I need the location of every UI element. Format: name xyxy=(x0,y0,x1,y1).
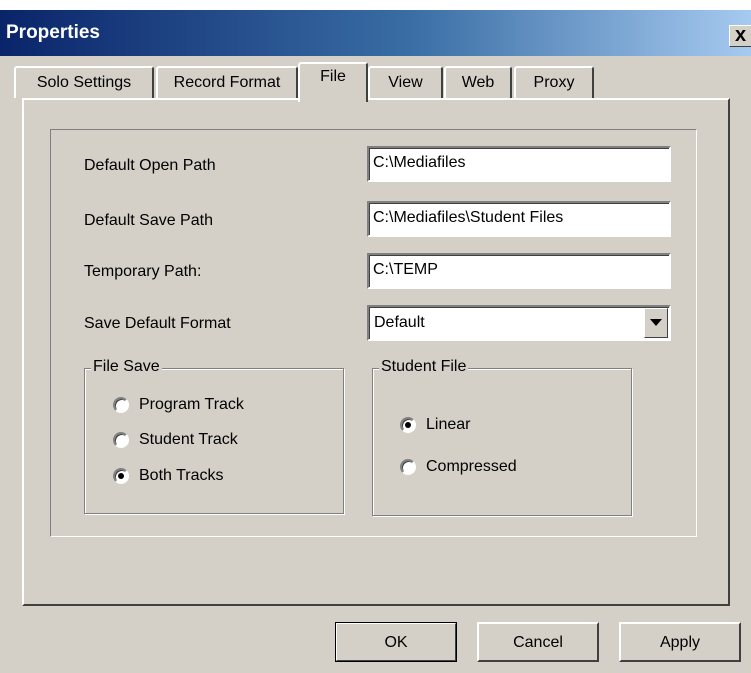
radio-label: Both Tracks xyxy=(139,467,224,484)
default-save-path-label: Default Save Path xyxy=(84,212,213,229)
radio-icon xyxy=(400,459,416,475)
default-open-path-input[interactable]: C:\Mediafiles xyxy=(367,146,671,182)
radio-icon xyxy=(113,432,129,448)
tab-proxy[interactable]: Proxy xyxy=(514,66,594,98)
tab-label: Web xyxy=(461,74,495,91)
radio-label: Linear xyxy=(426,416,471,433)
tab-label: View xyxy=(388,74,423,91)
radio-selected-dot xyxy=(118,473,124,479)
apply-button[interactable]: Apply xyxy=(619,622,741,662)
radio-icon xyxy=(113,468,129,484)
radio-selected-dot xyxy=(405,422,411,428)
radio-icon xyxy=(400,417,416,433)
tab-view[interactable]: View xyxy=(368,66,443,98)
student-file-group: Student File xyxy=(372,358,632,516)
ok-button[interactable]: OK xyxy=(335,622,457,662)
default-open-path-label: Default Open Path xyxy=(84,157,216,174)
temporary-path-label: Temporary Path: xyxy=(84,263,202,280)
select-value: Default xyxy=(374,314,425,331)
window-title: Properties xyxy=(6,22,100,43)
chevron-down-icon xyxy=(650,319,662,326)
tab-label: Record Format xyxy=(173,74,281,91)
tab-label: Solo Settings xyxy=(36,74,132,91)
title-bar[interactable]: Properties x xyxy=(0,10,751,56)
tab-label: File xyxy=(320,68,346,85)
radio-label: Compressed xyxy=(426,458,517,475)
default-save-path-input[interactable]: C:\Mediafiles\Student Files xyxy=(367,201,671,237)
top-strip xyxy=(0,0,751,10)
radio-label: Student Track xyxy=(139,431,238,448)
properties-dialog: Properties x Solo Settings Record Format… xyxy=(0,0,751,673)
group-title: File Save xyxy=(91,358,162,376)
save-default-format-select[interactable]: Default xyxy=(367,305,671,341)
tab-file[interactable]: File xyxy=(298,62,368,102)
group-title: Student File xyxy=(379,358,469,376)
radio-icon xyxy=(113,397,129,413)
tab-solo-settings[interactable]: Solo Settings xyxy=(14,66,154,98)
close-icon: x xyxy=(735,24,747,46)
tab-label: Proxy xyxy=(533,74,575,91)
dropdown-button[interactable] xyxy=(644,308,668,338)
save-default-format-label: Save Default Format xyxy=(84,315,231,332)
temporary-path-input[interactable]: C:\TEMP xyxy=(367,253,671,289)
radio-label: Program Track xyxy=(139,396,244,413)
tab-record-format[interactable]: Record Format xyxy=(156,66,298,98)
tab-web[interactable]: Web xyxy=(444,66,512,98)
cancel-button[interactable]: Cancel xyxy=(477,622,599,662)
close-button[interactable]: x xyxy=(729,24,751,47)
